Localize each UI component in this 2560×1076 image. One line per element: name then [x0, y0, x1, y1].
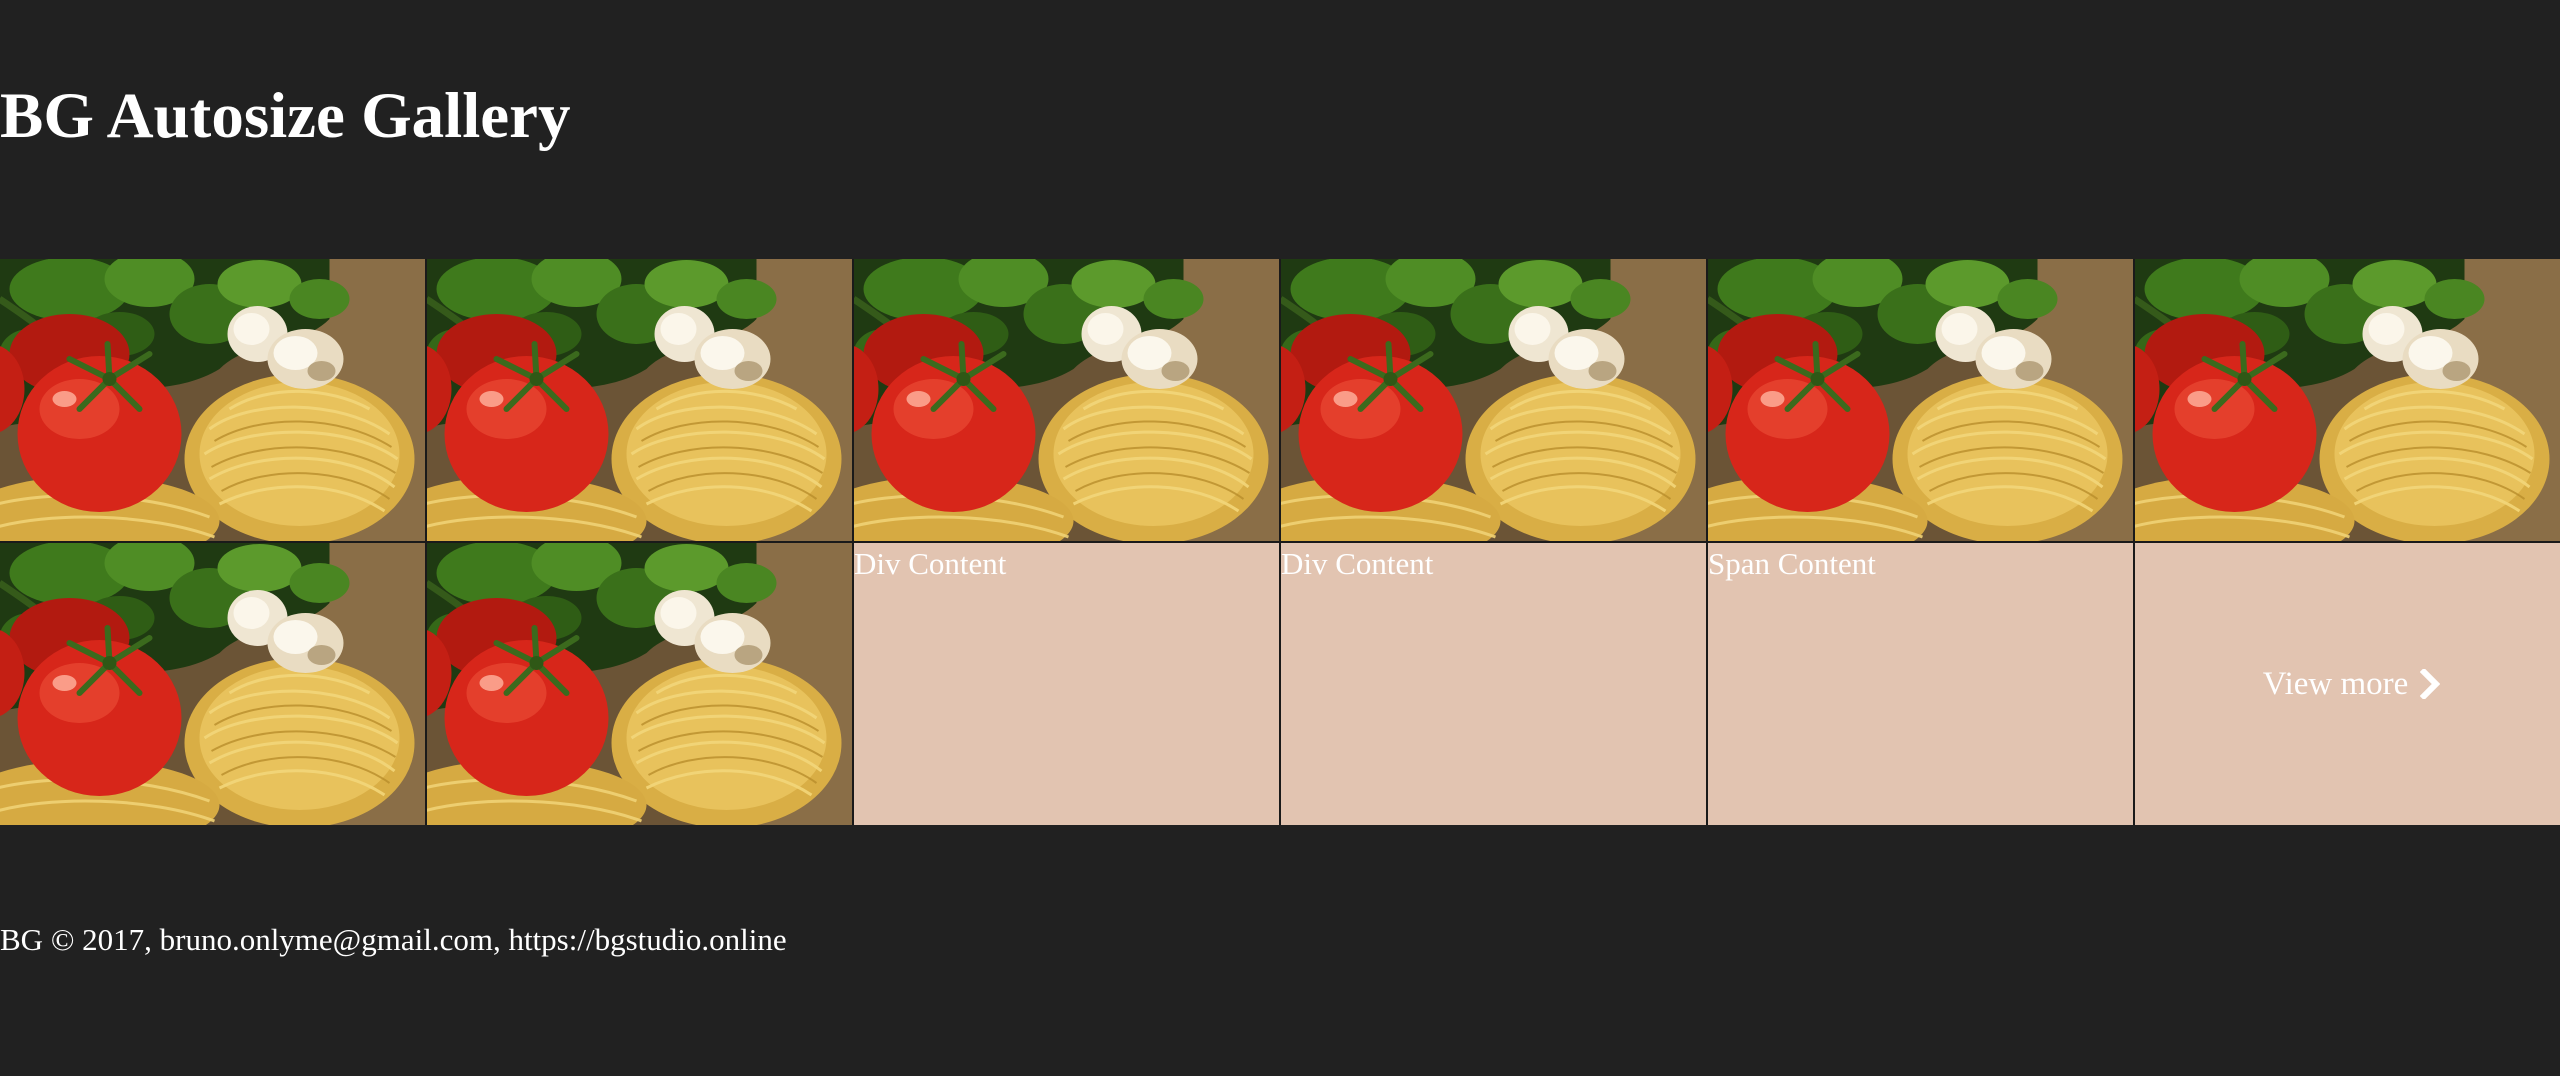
gallery-photo-tile[interactable]	[1281, 259, 1706, 541]
footer-text: BG © 2017, bruno.onlyme@gmail.com, https…	[0, 922, 787, 957]
gallery-photo-tile[interactable]	[1708, 259, 2133, 541]
view-more-tile[interactable]: View more	[2135, 543, 2560, 825]
gallery-photo-tile[interactable]	[0, 543, 425, 825]
tile-label: Div Content	[854, 546, 1007, 581]
pasta-tomato-garlic-photo-icon	[854, 259, 1279, 541]
gallery-div-content-tile[interactable]: Div Content	[854, 543, 1279, 825]
gallery-span-content-tile[interactable]: Span Content	[1708, 543, 2133, 825]
gallery-photo-tile[interactable]	[854, 259, 1279, 541]
view-more-label: View more	[2262, 665, 2409, 702]
gallery-div-content-tile[interactable]: Div Content	[1281, 543, 1706, 825]
pasta-tomato-garlic-photo-icon	[427, 259, 852, 541]
tile-label: Div Content	[1281, 546, 1434, 581]
pasta-tomato-garlic-photo-icon	[1708, 259, 2133, 541]
gallery-photo-tile[interactable]	[0, 259, 425, 541]
gallery-photo-tile[interactable]	[427, 543, 852, 825]
pasta-tomato-garlic-photo-icon	[1281, 259, 1706, 541]
gallery-grid: Div Content Div Content Span Content Vie…	[0, 259, 2560, 825]
gallery-photo-tile[interactable]	[427, 259, 852, 541]
gallery-photo-tile[interactable]	[2135, 259, 2560, 541]
page-title: BG Autosize Gallery	[0, 80, 571, 152]
chevron-right-icon	[2420, 669, 2440, 699]
pasta-tomato-garlic-photo-icon	[427, 543, 852, 825]
pasta-tomato-garlic-photo-icon	[0, 259, 425, 541]
pasta-tomato-garlic-photo-icon	[0, 543, 425, 825]
tile-label: Span Content	[1708, 546, 1876, 581]
pasta-tomato-garlic-photo-icon	[2135, 259, 2560, 541]
view-more-link[interactable]: View more	[2263, 666, 2441, 703]
